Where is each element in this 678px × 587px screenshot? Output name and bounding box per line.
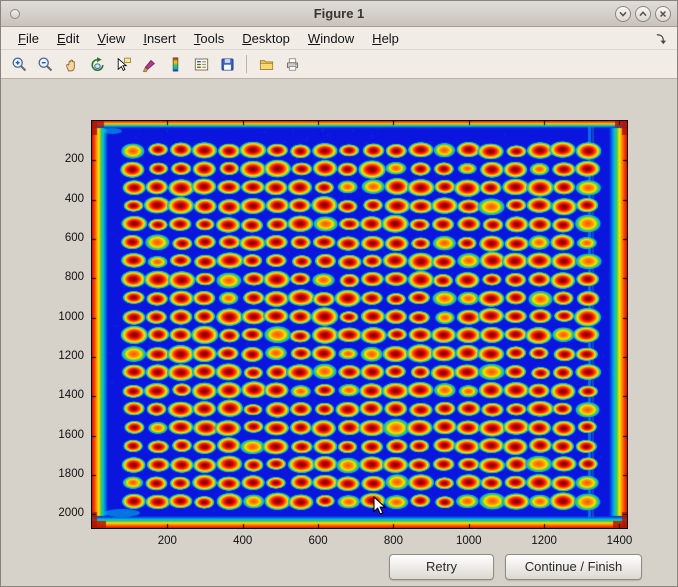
menu-tools[interactable]: Tools xyxy=(185,29,233,48)
pan-hand-icon[interactable] xyxy=(59,52,83,76)
menu-window[interactable]: Window xyxy=(299,29,363,48)
chevron-up-icon xyxy=(638,9,648,19)
x-tick-label: 600 xyxy=(308,535,327,547)
menubar: File Edit View Insert Tools Desktop Wind… xyxy=(1,27,677,50)
print-figure-icon[interactable] xyxy=(280,52,304,76)
menu-desktop[interactable]: Desktop xyxy=(233,29,299,48)
window-title: Figure 1 xyxy=(1,1,677,26)
continue-finish-button[interactable]: Continue / Finish xyxy=(505,554,642,580)
y-tick-label: 600 xyxy=(44,232,84,244)
close-icon xyxy=(658,9,668,19)
retry-button[interactable]: Retry xyxy=(389,554,494,580)
menu-edit[interactable]: Edit xyxy=(48,29,88,48)
rotate-3d-icon[interactable] xyxy=(85,52,109,76)
menu-help[interactable]: Help xyxy=(363,29,408,48)
x-tick-label: 200 xyxy=(158,535,177,547)
y-tick-label: 1600 xyxy=(44,429,84,441)
y-tick-label: 1200 xyxy=(44,350,84,362)
axes xyxy=(91,120,628,529)
menu-view[interactable]: View xyxy=(88,29,134,48)
figure-toolbar xyxy=(1,50,677,79)
y-tick-label: 200 xyxy=(44,153,84,165)
x-tick-label: 400 xyxy=(233,535,252,547)
window-controls xyxy=(615,6,671,22)
menu-file[interactable]: File xyxy=(9,29,48,48)
brush-icon[interactable] xyxy=(137,52,161,76)
toolbar-separator xyxy=(246,55,247,73)
data-cursor-icon[interactable] xyxy=(111,52,135,76)
open-file-icon[interactable] xyxy=(254,52,278,76)
zoom-out-icon[interactable] xyxy=(33,52,57,76)
figure-area: Retry Continue / Finish 200 400 600 800 1000… xyxy=(1,79,677,586)
y-tick-label: 1400 xyxy=(44,389,84,401)
chevron-down-icon xyxy=(618,9,628,19)
zoom-in-icon[interactable] xyxy=(7,52,31,76)
insert-colorbar-icon[interactable] xyxy=(163,52,187,76)
plot-image[interactable] xyxy=(92,121,627,528)
maximize-button[interactable] xyxy=(635,6,651,22)
y-tick-label: 2000 xyxy=(44,507,84,519)
y-tick-label: 800 xyxy=(44,271,84,283)
x-tick-label: 1400 xyxy=(607,535,633,547)
figure-window: Figure 1 File Edit View Insert Tools Des… xyxy=(0,0,678,587)
insert-legend-icon[interactable] xyxy=(189,52,213,76)
y-tick-label: 1000 xyxy=(44,311,84,323)
x-tick-label: 1000 xyxy=(456,535,482,547)
shade-button[interactable] xyxy=(615,6,631,22)
x-tick-label: 800 xyxy=(384,535,403,547)
close-button[interactable] xyxy=(655,6,671,22)
y-tick-label: 400 xyxy=(44,193,84,205)
titlebar[interactable]: Figure 1 xyxy=(1,1,677,27)
dock-figure-icon[interactable] xyxy=(651,29,669,47)
y-tick-label: 1800 xyxy=(44,468,84,480)
save-figure-icon[interactable] xyxy=(215,52,239,76)
x-tick-label: 1200 xyxy=(531,535,557,547)
menu-insert[interactable]: Insert xyxy=(134,29,185,48)
